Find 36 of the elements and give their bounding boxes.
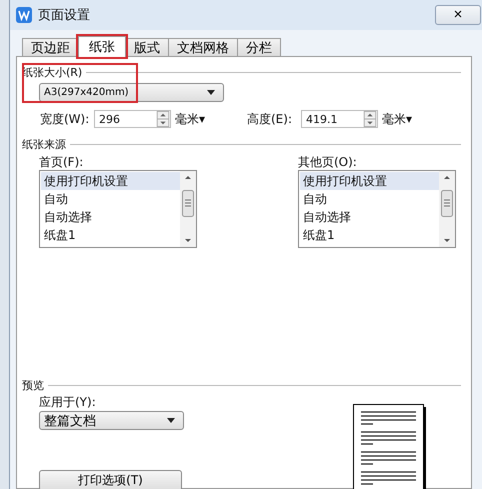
number-field[interactable]: 419.1 bbox=[301, 110, 378, 128]
window-title: 页面设置 bbox=[38, 7, 90, 24]
list-item[interactable]: 使用打印机设置 bbox=[41, 172, 180, 190]
list-label: 其他页(O): bbox=[298, 154, 358, 170]
spinner-icon bbox=[156, 111, 170, 127]
group-title: 纸张来源 bbox=[22, 136, 66, 152]
number-field[interactable]: 296 bbox=[94, 110, 171, 128]
close-button[interactable]: × bbox=[435, 5, 481, 25]
list-item[interactable]: 纸盘1 bbox=[300, 226, 439, 244]
scrollbar-icon bbox=[439, 171, 455, 247]
list-label: 首页(F): bbox=[39, 154, 84, 170]
tab[interactable]: 文档网格 bbox=[168, 38, 238, 56]
unit-dropdown[interactable]: 毫米▾ bbox=[175, 110, 215, 128]
group-title: 预览 bbox=[22, 378, 44, 392]
field-label: 宽度(W): bbox=[40, 110, 90, 128]
field-label: 应用于(Y): bbox=[39, 394, 96, 410]
tab[interactable]: 分栏 bbox=[237, 38, 281, 56]
caret-icon bbox=[167, 418, 175, 423]
print-options-button[interactable]: 打印选项(T) bbox=[39, 470, 182, 489]
caret-icon bbox=[207, 90, 215, 95]
list-item[interactable]: 自动选择 bbox=[41, 208, 180, 226]
unit-dropdown[interactable]: 毫米▾ bbox=[382, 110, 422, 128]
list-item[interactable]: 使用打印机设置 bbox=[300, 172, 439, 190]
tab[interactable]: 页边距 bbox=[22, 38, 79, 56]
tab[interactable]: 纸张 bbox=[78, 36, 126, 57]
scrollbar-icon bbox=[180, 171, 196, 247]
app-logo-icon bbox=[16, 7, 32, 23]
list-item[interactable]: 纸盘1 bbox=[41, 226, 180, 244]
field-label: 高度(E): bbox=[247, 110, 293, 128]
tab[interactable]: 版式 bbox=[125, 38, 169, 56]
spinner-icon bbox=[363, 111, 377, 127]
list-item[interactable]: 自动 bbox=[41, 190, 180, 208]
list-item[interactable]: 自动选择 bbox=[300, 208, 439, 226]
paper-size-dropdown[interactable]: A3(297x420mm) bbox=[39, 83, 224, 102]
apply-to-dropdown[interactable]: 整篇文档 bbox=[39, 411, 184, 430]
list-item[interactable]: 自动 bbox=[300, 190, 439, 208]
